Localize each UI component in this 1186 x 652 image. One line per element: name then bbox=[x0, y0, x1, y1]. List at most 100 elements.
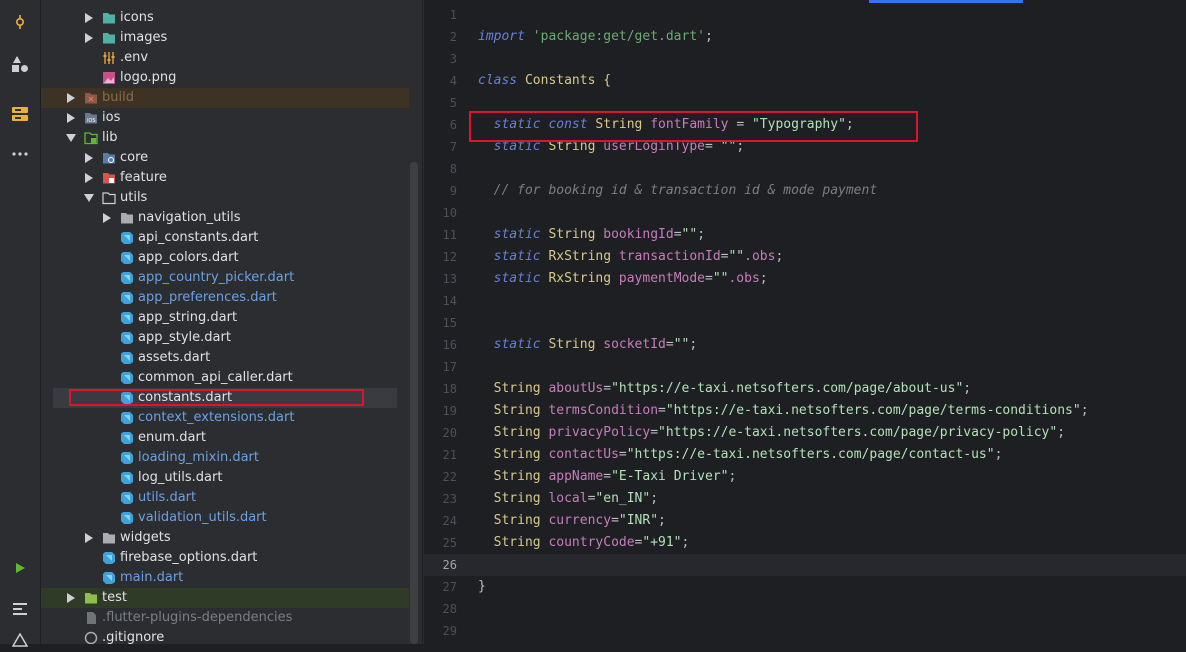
type-name: String bbox=[493, 469, 541, 484]
chevron-right-icon[interactable] bbox=[66, 113, 76, 123]
tree-item-app-country-picker[interactable]: app_country_picker.dart bbox=[41, 268, 409, 288]
chevron-right-icon[interactable] bbox=[66, 93, 76, 103]
log-icon[interactable] bbox=[8, 597, 32, 621]
chevron-right-icon[interactable] bbox=[102, 213, 112, 223]
tree-item-build[interactable]: build bbox=[41, 88, 409, 108]
line-number: 29 bbox=[442, 624, 457, 638]
chevron-down-icon[interactable] bbox=[66, 133, 76, 143]
keyword: static bbox=[493, 271, 541, 286]
line-number: 12 bbox=[442, 250, 457, 264]
field-name: bookingId bbox=[603, 227, 674, 242]
commit-icon[interactable] bbox=[8, 10, 32, 34]
tree-item-label: widgets bbox=[120, 530, 171, 545]
code-line-25: String countryCode="+91"; bbox=[478, 532, 690, 554]
highlight-box-constants-file bbox=[69, 389, 364, 406]
punctuation: ; bbox=[704, 29, 713, 44]
tree-item-label: .gitignore bbox=[102, 630, 165, 644]
chevron-right-icon[interactable] bbox=[84, 33, 94, 43]
tree-item-feature[interactable]: feature bbox=[41, 168, 409, 188]
tree-item-utils-dart[interactable]: utils.dart bbox=[41, 488, 409, 508]
chevron-right-icon[interactable] bbox=[84, 13, 94, 23]
tree-item-loading-mixin[interactable]: loading_mixin.dart bbox=[41, 448, 409, 468]
field-name: local bbox=[548, 491, 588, 506]
tree-item-gitignore[interactable]: .gitignore bbox=[41, 628, 409, 644]
tree-item-core[interactable]: core bbox=[41, 148, 409, 168]
tree-item-ios[interactable]: iOS ios bbox=[41, 108, 409, 128]
tree-item-logo[interactable]: logo.png bbox=[41, 68, 409, 88]
tree-item-label: .flutter-plugins-dependencies bbox=[102, 610, 293, 625]
field-name: privacyPolicy bbox=[548, 425, 651, 440]
dart-file-icon bbox=[120, 491, 134, 505]
tree-item-test[interactable]: test bbox=[41, 588, 409, 608]
code-line-12: static RxString transactionId="".obs; bbox=[478, 246, 784, 268]
database-icon[interactable] bbox=[8, 102, 32, 126]
tree-item-label: app_country_picker.dart bbox=[138, 270, 295, 285]
dart-file-icon bbox=[120, 471, 134, 485]
keyword: static bbox=[493, 249, 541, 264]
punctuation: ; bbox=[689, 337, 698, 352]
field-name: termsCondition bbox=[548, 403, 659, 418]
tree-item-images[interactable]: images bbox=[41, 28, 409, 48]
tree-item-app-string[interactable]: app_string.dart bbox=[41, 308, 409, 328]
type-name: String bbox=[493, 403, 541, 418]
punctuation: ; bbox=[759, 271, 768, 286]
more-icon[interactable] bbox=[8, 142, 32, 166]
structure-icon[interactable] bbox=[8, 52, 32, 76]
tree-item-assets[interactable]: assets.dart bbox=[41, 348, 409, 368]
chevron-right-icon[interactable] bbox=[66, 593, 76, 603]
dart-file-icon bbox=[120, 231, 134, 245]
tree-item-env[interactable]: .env bbox=[41, 48, 409, 68]
tree-item-app-style[interactable]: app_style.dart bbox=[41, 328, 409, 348]
operator: = bbox=[658, 403, 666, 418]
line-number: 19 bbox=[442, 404, 457, 418]
type-name: RxString bbox=[548, 249, 612, 264]
tree-item-label: api_constants.dart bbox=[138, 230, 259, 245]
line-number: 11 bbox=[442, 228, 457, 242]
dart-file-icon bbox=[120, 311, 134, 325]
tree-item-icons[interactable]: icons bbox=[41, 8, 409, 28]
line-number: 7 bbox=[449, 140, 457, 154]
tree-item-navigation-utils[interactable]: navigation_utils bbox=[41, 208, 409, 228]
tree-scrollbar[interactable] bbox=[410, 162, 418, 644]
line-number: 28 bbox=[442, 602, 457, 616]
line-number: 27 bbox=[442, 580, 457, 594]
tree-item-utils[interactable]: utils bbox=[41, 188, 409, 208]
dart-file-icon bbox=[120, 351, 134, 365]
dart-file-icon bbox=[120, 331, 134, 345]
chevron-right-icon[interactable] bbox=[84, 153, 94, 163]
folder-open-icon bbox=[102, 191, 116, 205]
run-icon[interactable] bbox=[8, 556, 32, 580]
chevron-down-icon[interactable] bbox=[84, 193, 94, 203]
line-number: 26 bbox=[442, 558, 457, 572]
tree-item-main[interactable]: main.dart bbox=[41, 568, 409, 588]
tree-item-api-constants[interactable]: api_constants.dart bbox=[41, 228, 409, 248]
chevron-right-icon[interactable] bbox=[84, 533, 94, 543]
test-folder-icon bbox=[84, 591, 98, 605]
punctuation: ; bbox=[658, 513, 666, 528]
tree-item-firebase-options[interactable]: firebase_options.dart bbox=[41, 548, 409, 568]
tree-item-widgets[interactable]: widgets bbox=[41, 528, 409, 548]
tree-item-validation-utils[interactable]: validation_utils.dart bbox=[41, 508, 409, 528]
warning-icon[interactable] bbox=[8, 628, 32, 652]
tree-item-label: firebase_options.dart bbox=[120, 550, 258, 565]
tree-item-common-api-caller[interactable]: common_api_caller.dart bbox=[41, 368, 409, 388]
string-literal: "" bbox=[681, 227, 698, 242]
punctuation: ; bbox=[728, 469, 737, 484]
line-number: 6 bbox=[449, 118, 457, 132]
operator: = bbox=[603, 381, 612, 396]
file-icon bbox=[84, 611, 98, 625]
tree-item-label: ios bbox=[102, 110, 121, 125]
tree-item-label: lib bbox=[102, 130, 118, 145]
tree-item-context-extensions[interactable]: context_extensions.dart bbox=[41, 408, 409, 428]
tree-item-enum[interactable]: enum.dart bbox=[41, 428, 409, 448]
tree-item-app-preferences[interactable]: app_preferences.dart bbox=[41, 288, 409, 308]
tree-item-log-utils[interactable]: log_utils.dart bbox=[41, 468, 409, 488]
chevron-right-icon[interactable] bbox=[84, 173, 94, 183]
field-name: appName bbox=[548, 469, 604, 484]
operator: = bbox=[603, 469, 612, 484]
tree-item-app-colors[interactable]: app_colors.dart bbox=[41, 248, 409, 268]
tree-item-lib[interactable]: lib bbox=[41, 128, 409, 148]
code-editor[interactable]: 1 2 3 4 5 6 7 8 9 10 11 12 13 14 15 16 1… bbox=[423, 0, 1186, 644]
tree-item-flutter-plugins-dependencies[interactable]: .flutter-plugins-dependencies bbox=[41, 608, 409, 628]
dart-file-icon bbox=[120, 411, 134, 425]
